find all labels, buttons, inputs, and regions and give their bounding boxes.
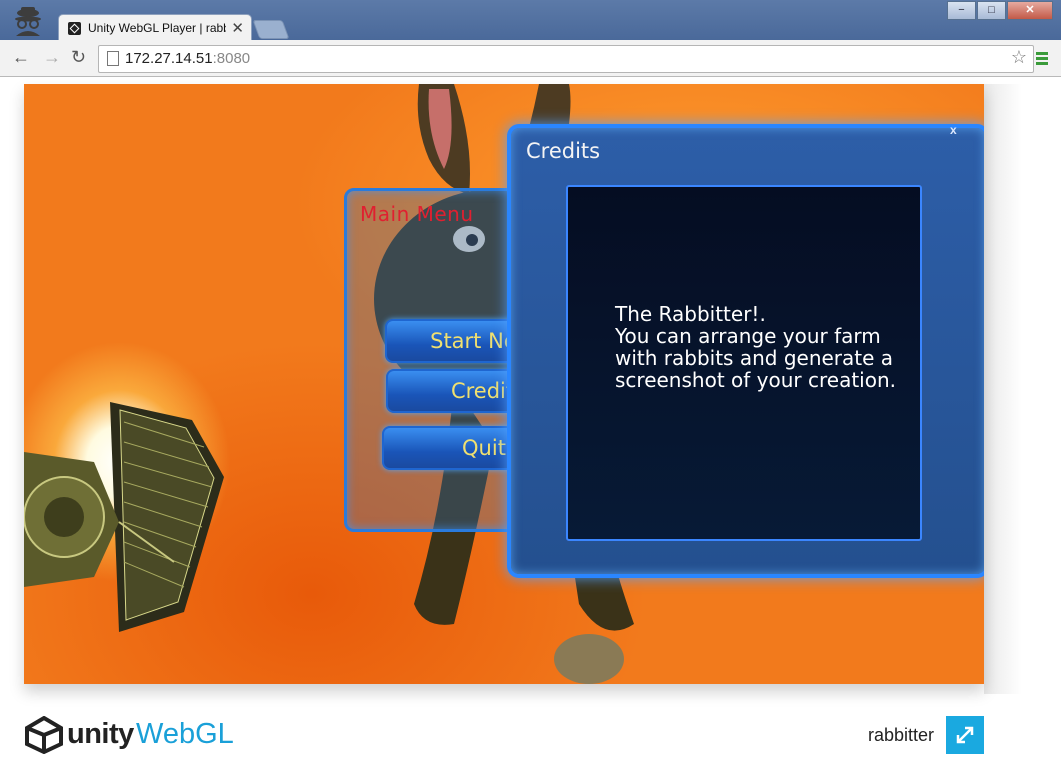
back-icon[interactable]: ← [12, 48, 30, 66]
footer-webgl-wordmark: WebGL [136, 718, 234, 750]
window-controls: − □ ✕ [946, 1, 1053, 20]
unity-favicon [68, 22, 81, 35]
url-host: 172.27.14.51 [125, 50, 213, 67]
footer-unity-wordmark: unity [67, 718, 134, 750]
address-bar[interactable]: 172.27.14.51:8080 ☆ [98, 45, 1034, 73]
browser-toolbar: ← → ↻ 172.27.14.51:8080 ☆ [0, 40, 1061, 77]
star-icon[interactable]: ☆ [1011, 47, 1027, 68]
spaceship [24, 402, 224, 632]
new-tab-button[interactable] [252, 20, 290, 39]
tab-title: Unity WebGL Player | rabbitter [88, 21, 226, 35]
forward-icon[interactable]: → [43, 48, 61, 66]
webgl-canvas[interactable]: Main Menu Start New Credits Quit Credits… [24, 84, 984, 684]
unity-logo-icon [25, 716, 63, 754]
page-icon [107, 51, 119, 66]
fullscreen-icon [956, 726, 974, 744]
credits-body-text: The Rabbitter!. You can arrange your far… [615, 302, 896, 392]
menu-icon[interactable] [1036, 52, 1048, 67]
close-window-button[interactable]: ✕ [1007, 1, 1053, 20]
main-menu-title: Main Menu [360, 202, 474, 226]
tab-close-icon[interactable]: ✕ [231, 19, 244, 37]
credits-close-button[interactable]: x [950, 123, 957, 137]
url-port: :8080 [212, 50, 251, 67]
credits-title: Credits [526, 139, 601, 163]
page-shadow [984, 84, 1022, 694]
maximize-button[interactable]: □ [977, 1, 1006, 20]
footer-game-title: rabbitter [868, 725, 935, 745]
incognito-icon [15, 7, 41, 36]
reload-icon[interactable]: ↻ [71, 48, 86, 66]
minimize-button[interactable]: − [947, 1, 976, 20]
url-text[interactable]: 172.27.14.51:8080 [125, 50, 250, 67]
browser-titlebar: Unity WebGL Player | rabbitter ✕ − □ ✕ [0, 0, 1061, 42]
fullscreen-button[interactable] [946, 716, 984, 754]
tab-active[interactable]: Unity WebGL Player | rabbitter ✕ [58, 14, 252, 42]
